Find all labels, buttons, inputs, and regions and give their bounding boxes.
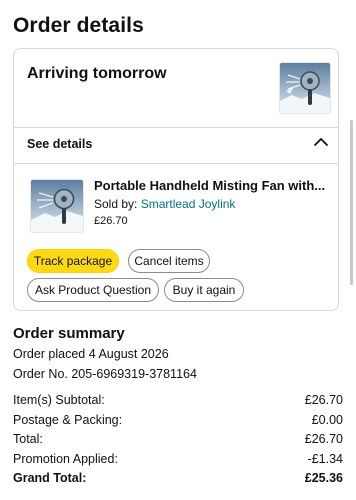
- scrollbar[interactable]: [350, 120, 353, 285]
- product-title-link[interactable]: Portable Handheld Misting Fan with...: [94, 178, 336, 193]
- delivery-status: Arriving tomorrow: [27, 65, 167, 82]
- summary-label: Postage & Packing:: [13, 413, 123, 427]
- section-divider: [14, 127, 338, 128]
- order-placed-date: Order placed 4 August 2026: [13, 347, 169, 361]
- item-price: £26.70: [94, 215, 128, 227]
- summary-value: £26.70: [304, 432, 343, 446]
- summary-value: -£1.34: [307, 452, 343, 466]
- order-details-page: Order details Arriving tomorrow See deta…: [0, 0, 356, 500]
- see-details-toggle[interactable]: See details: [27, 137, 92, 151]
- misting-fan-image: [280, 63, 330, 113]
- seller-link[interactable]: Smartlead Joylink: [141, 197, 236, 211]
- product-thumbnail[interactable]: [279, 62, 331, 114]
- misting-fan-image: [31, 180, 83, 232]
- item-thumbnail[interactable]: [30, 179, 84, 233]
- summary-label: Grand Total:: [13, 471, 87, 485]
- page-title: Order details: [13, 14, 144, 37]
- summary-value: £26.70: [304, 393, 343, 407]
- sold-by-line: Sold by: Smartlead Joylink: [94, 197, 235, 211]
- track-package-button[interactable]: Track package: [27, 249, 119, 273]
- grand-total-value: £25.36: [304, 471, 343, 485]
- cancel-items-button[interactable]: Cancel items: [128, 249, 210, 273]
- summary-value: £0.00: [311, 413, 343, 427]
- ask-product-question-button[interactable]: Ask Product Question: [27, 278, 159, 302]
- buy-it-again-button[interactable]: Buy it again: [164, 278, 244, 302]
- sold-by-label: Sold by:: [94, 197, 138, 211]
- order-number: Order No. 205-6969319-3781164: [13, 367, 197, 381]
- order-summary-title: Order summary: [13, 325, 125, 342]
- summary-label: Promotion Applied:: [13, 452, 118, 466]
- summary-label: Item(s) Subtotal:: [13, 393, 105, 407]
- shipment-card: Arriving tomorrow See details Portable H…: [13, 48, 339, 311]
- chevron-up-icon[interactable]: [312, 135, 330, 149]
- summary-label: Total:: [13, 432, 43, 446]
- section-divider: [14, 163, 338, 164]
